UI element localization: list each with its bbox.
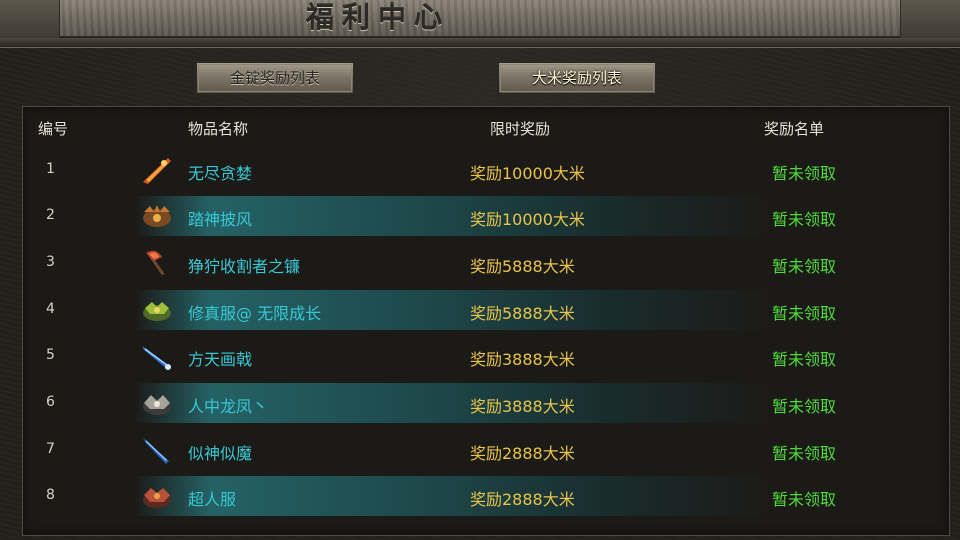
claim-status[interactable]: 暂未领取 <box>772 206 836 230</box>
tab-rice-rewards[interactable]: 大米奖励列表 <box>497 61 657 95</box>
table-row[interactable]: 7 似神似魔 奖励2888大米 暂未领取 <box>24 430 948 470</box>
row-number: 6 <box>46 394 55 410</box>
red-armor-icon <box>143 488 171 508</box>
row-number: 2 <box>46 207 55 223</box>
flame-blade-icon <box>143 158 171 184</box>
window-title-bar: 福利中心 <box>0 0 960 38</box>
table-row[interactable]: 5 方天画戟 奖励3888大米 暂未领取 <box>24 336 948 376</box>
row-number: 7 <box>46 441 55 457</box>
row-number: 3 <box>46 254 55 270</box>
item-name: 人中龙凤丶 <box>188 397 269 416</box>
green-armor-icon <box>143 302 171 321</box>
row-number: 1 <box>46 161 55 177</box>
column-header-number: 编号 <box>38 120 69 138</box>
item-name: 似神似魔 <box>188 444 253 463</box>
row-number: 8 <box>46 487 55 503</box>
claim-status[interactable]: 暂未领取 <box>772 253 836 277</box>
row-number: 4 <box>46 301 55 317</box>
row-number: 5 <box>46 347 55 363</box>
reward-amount: 奖励3888大米 <box>470 350 575 369</box>
claim-status[interactable]: 暂未领取 <box>772 346 836 370</box>
reward-amount: 奖励2888大米 <box>470 444 575 463</box>
table-row[interactable]: 2 踏神披风 奖励10000大米 暂未领取 <box>24 196 948 236</box>
item-name: 修真服@ 无限成长 <box>188 304 322 323</box>
reward-amount: 奖励5888大米 <box>470 257 575 276</box>
tab-gold-ingot-rewards[interactable]: 金锭奖励列表 <box>195 61 355 95</box>
column-header-reward-list: 奖励名单 <box>764 120 825 138</box>
dragon-armor-icon <box>143 395 171 415</box>
table-row[interactable]: 6 人中龙凤丶 奖励3888大米 暂未领取 <box>24 383 948 423</box>
table-row[interactable]: 3 狰狞收割者之镰 奖励5888大米 暂未领取 <box>24 243 948 283</box>
axe-icon <box>146 250 165 276</box>
table-row[interactable]: 4 修真服@ 无限成长 奖励5888大米 暂未领取 <box>24 290 948 330</box>
item-name: 踏神披风 <box>188 210 253 229</box>
item-name: 无尽贪婪 <box>188 164 253 183</box>
reward-amount: 奖励10000大米 <box>470 210 585 229</box>
column-header-item-name: 物品名称 <box>188 120 249 138</box>
reward-amount: 奖励2888大米 <box>470 490 575 509</box>
beast-armor-icon <box>143 205 171 227</box>
claim-status[interactable]: 暂未领取 <box>772 300 836 324</box>
frame-divider <box>0 38 960 48</box>
blue-sword-icon <box>143 438 169 464</box>
reward-amount: 奖励10000大米 <box>470 164 585 183</box>
item-name: 方天画戟 <box>188 350 253 369</box>
claim-status[interactable]: 暂未领取 <box>772 160 836 184</box>
reward-amount: 奖励5888大米 <box>470 304 575 323</box>
item-name: 狰狞收割者之镰 <box>188 257 301 276</box>
item-name: 超人服 <box>188 490 237 509</box>
claim-status[interactable]: 暂未领取 <box>772 440 836 464</box>
column-header-timed-reward: 限时奖励 <box>490 120 551 138</box>
claim-status[interactable]: 暂未领取 <box>772 486 836 510</box>
frame-corner-right <box>900 0 960 38</box>
reward-amount: 奖励3888大米 <box>470 397 575 416</box>
page-title: 福利中心 <box>306 1 451 34</box>
claim-status[interactable]: 暂未领取 <box>772 393 836 417</box>
frame-corner-left <box>0 0 60 38</box>
table-row[interactable]: 8 超人服 奖励2888大米 暂未领取 <box>24 476 948 516</box>
table-row[interactable]: 1 无尽贪婪 奖励10000大米 暂未领取 <box>24 150 948 190</box>
blue-halberd-icon <box>142 346 171 370</box>
